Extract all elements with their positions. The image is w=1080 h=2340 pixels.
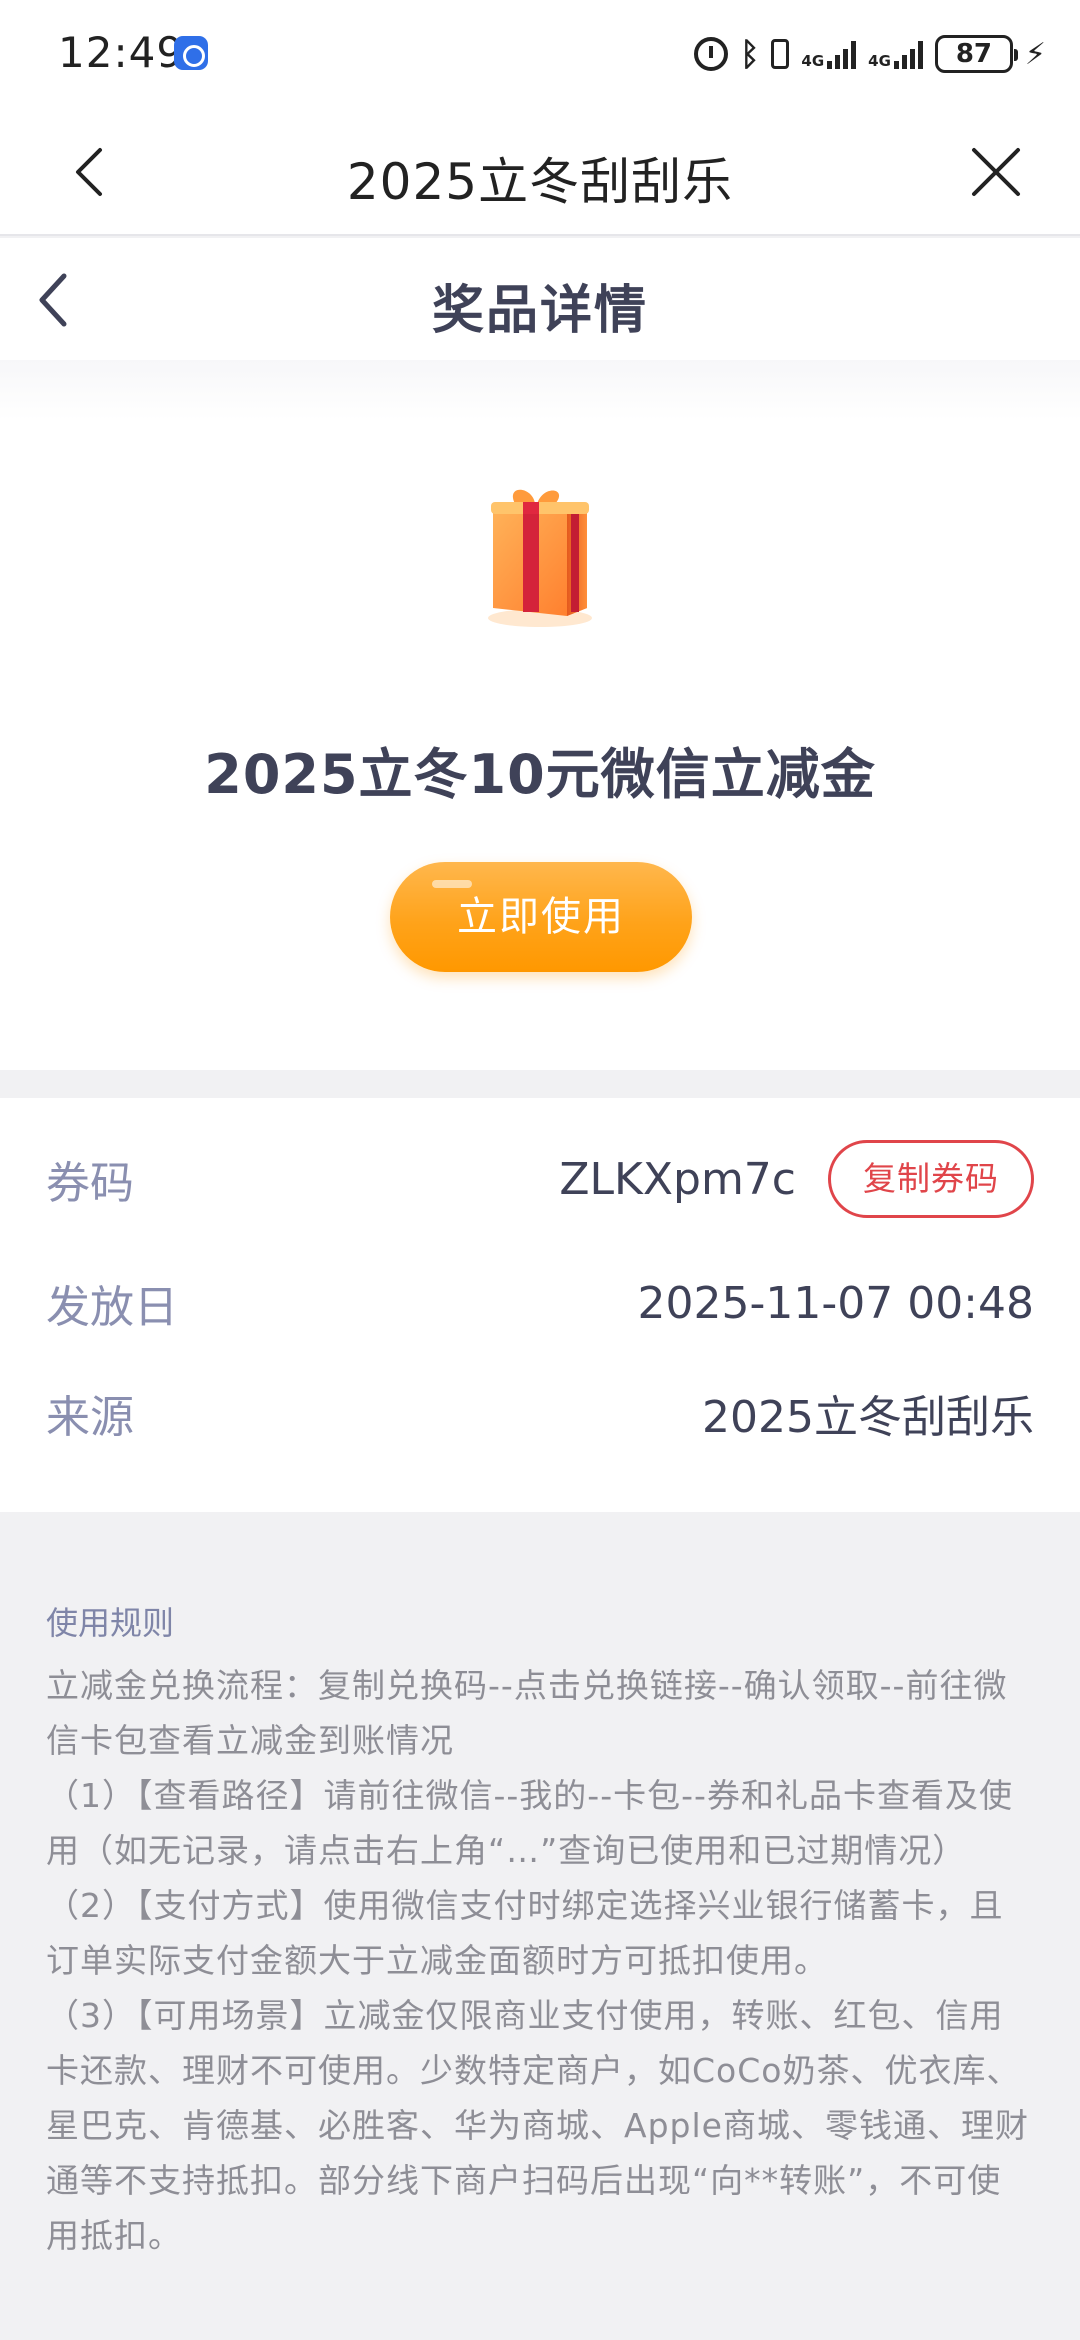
coupon-code-label: 券码: [46, 1158, 134, 1209]
source-label: 来源: [46, 1392, 134, 1443]
bluetooth-icon: ᛒ: [740, 35, 760, 73]
coupon-code-group: ZLKXpm7c 复制券码: [559, 1140, 1034, 1218]
issue-date-label: 发放日: [46, 1282, 178, 1333]
network-type-label: 4G: [801, 52, 825, 70]
source-value: 2025立冬刮刮乐: [702, 1392, 1034, 1443]
use-now-button[interactable]: 立即使用: [390, 862, 692, 972]
coupon-code-value: ZLKXpm7c: [559, 1153, 796, 1205]
network-1: 4G: [801, 39, 857, 70]
rules-item: （3）【可用场景】立减金仅限商业支付使用，转账、红包、信用卡还款、理财不可使用。…: [46, 1996, 1029, 2255]
issue-date-row: 发放日 2025-11-07 00:48: [46, 1268, 1034, 1338]
signal-icon: [827, 39, 857, 69]
gift-box-icon: [475, 480, 605, 630]
coupon-info: 券码 ZLKXpm7c 复制券码 发放日 2025-11-07 00:48 来源…: [0, 1098, 1080, 1512]
charging-icon: ⚡: [1024, 36, 1046, 72]
coupon-code-row: 券码 ZLKXpm7c 复制券码: [46, 1140, 1034, 1218]
rules-title: 使用规则: [46, 1604, 175, 1642]
status-icons: ᛒ 4G 4G 87 ⚡: [694, 30, 1046, 78]
rules-item: （1）【查看路径】请前往微信--我的--卡包--券和礼品卡查看及使用（如无记录，…: [46, 1776, 1013, 1870]
status-bar: 12:49 ᛒ 4G 4G 87 ⚡: [0, 0, 1080, 108]
phone-icon: [771, 39, 790, 69]
rules-item: （2）【支付方式】使用微信支付时绑定选择兴业银行储蓄卡，且订单实际支付金额大于立…: [46, 1886, 1004, 1980]
source-row: 来源 2025立冬刮刮乐: [46, 1378, 1034, 1448]
title-bar: 2025立冬刮刮乐: [0, 108, 1080, 236]
page-title: 2025立冬刮刮乐: [346, 153, 734, 211]
sub-header: 奖品详情: [0, 238, 1080, 360]
status-time: 12:49: [58, 28, 185, 77]
battery-icon: 87: [934, 35, 1018, 73]
signal-icon: [893, 39, 923, 69]
rules-body: 立减金兑换流程：复制兑换码--点击兑换链接--确认领取--前往微信卡包查看立减金…: [46, 1658, 1034, 2263]
prize-card: 2025立冬10元微信立减金 立即使用: [0, 360, 1080, 1070]
network-2: 4G: [868, 39, 923, 69]
copy-code-button[interactable]: 复制券码: [828, 1140, 1034, 1218]
section-title: 奖品详情: [431, 281, 648, 341]
app-notification-icon: [174, 36, 208, 70]
rules-intro: 立减金兑换流程：复制兑换码--点击兑换链接--确认领取--前往微信卡包查看立减金…: [46, 1666, 1008, 1760]
issue-date-value: 2025-11-07 00:48: [637, 1277, 1035, 1329]
alarm-icon: [694, 37, 729, 71]
prize-name: 2025立冬10元微信立减金: [204, 743, 876, 806]
usage-rules: 使用规则 立减金兑换流程：复制兑换码--点击兑换链接--确认领取--前往微信卡包…: [0, 1512, 1080, 2340]
close-icon[interactable]: [968, 144, 1024, 200]
network-type-label: 4G: [868, 52, 891, 70]
